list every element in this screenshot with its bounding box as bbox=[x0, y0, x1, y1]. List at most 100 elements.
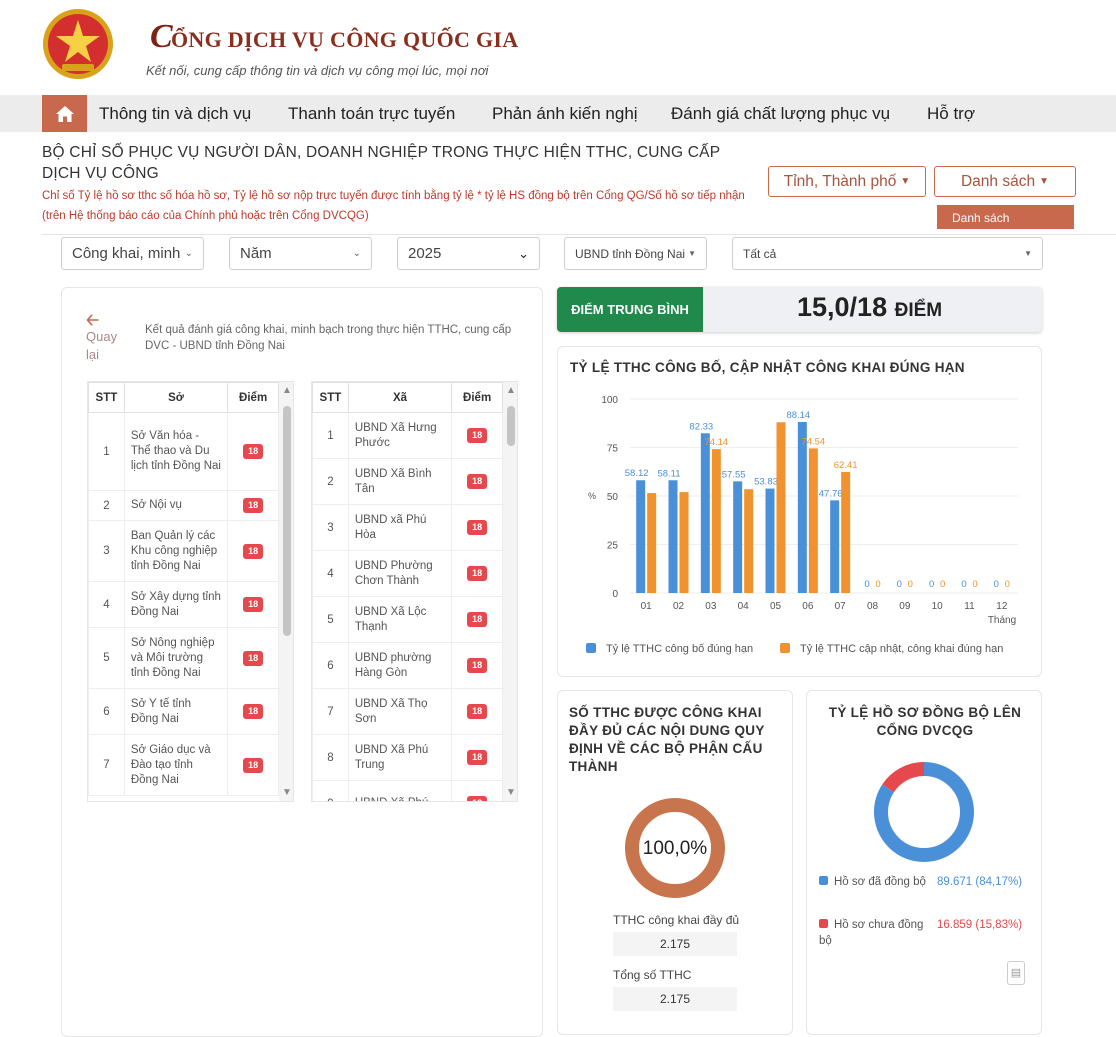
average-score-number: 15,0/18 bbox=[797, 292, 888, 322]
col-header-score: Điểm bbox=[451, 382, 503, 413]
row-score-cell: 18 bbox=[451, 458, 503, 505]
filter-period-select[interactable]: Năm ⌄ bbox=[229, 237, 372, 270]
x-tick-label: 09 bbox=[899, 601, 911, 612]
table-row[interactable]: 6 Sở Y tế tỉnh Đồng Nai 18 bbox=[88, 688, 279, 735]
stat-label-total: Tổng số TTHC bbox=[613, 968, 692, 982]
row-score-cell: 18 bbox=[227, 581, 279, 628]
table-row[interactable]: 4 UBND Phường Chơn Thành 18 bbox=[312, 550, 503, 597]
site-title[interactable]: CỔNG DỊCH VỤ CÔNG QUỐC GIA bbox=[150, 18, 519, 56]
bar-published bbox=[733, 481, 743, 593]
nav-item-info-services[interactable]: Thông tin và dịch vụ bbox=[99, 104, 251, 124]
col-header-department: Sở bbox=[123, 382, 229, 413]
col-header-stt: STT bbox=[88, 382, 125, 413]
province-button[interactable]: Tỉnh, Thành phố ▼ bbox=[768, 166, 926, 197]
commune-table-scrollbar[interactable]: ▲ ▼ bbox=[503, 382, 517, 801]
score-badge: 18 bbox=[467, 658, 488, 673]
table-row[interactable]: 4 Sở Xây dựng tỉnh Đồng Nai 18 bbox=[88, 581, 279, 628]
score-badge: 18 bbox=[243, 650, 264, 666]
data-label: 0 bbox=[961, 579, 966, 590]
caret-down-icon: ▼ bbox=[1039, 176, 1049, 187]
table-row[interactable]: 1 Sở Văn hóa - Thể thao và Du lịch tỉnh Đ… bbox=[88, 412, 279, 491]
bar-published bbox=[797, 422, 807, 593]
data-label: 0 bbox=[897, 579, 902, 590]
x-tick-label: 02 bbox=[673, 601, 685, 612]
score-badge: 18 bbox=[467, 428, 488, 443]
row-score-cell: 18 bbox=[451, 412, 503, 459]
row-score-cell: 18 bbox=[227, 627, 279, 689]
back-button[interactable]: 🡠 Quay lại bbox=[86, 313, 122, 364]
scroll-thumb[interactable] bbox=[507, 406, 515, 446]
row-name: UBND Xã Bình Tân bbox=[347, 458, 453, 505]
bar-published bbox=[765, 488, 775, 593]
score-badge: 18 bbox=[243, 704, 264, 719]
filter-unit-select[interactable]: UBND tỉnh Đồng Nai ▼ bbox=[564, 237, 707, 270]
table-row[interactable]: 7 UBND Xã Thọ Sơn 18 bbox=[312, 688, 503, 735]
full-disclosure-donut: 100,0% bbox=[625, 798, 725, 898]
nav-item-support[interactable]: Hỗ trợ bbox=[927, 104, 975, 124]
table-row[interactable]: 6 UBND phường Hàng Gòn 18 bbox=[312, 642, 503, 689]
row-stt: 8 bbox=[312, 734, 349, 781]
list-button[interactable]: Danh sách ▼ bbox=[934, 166, 1076, 197]
nav-item-feedback[interactable]: Phản ánh kiến nghị bbox=[492, 104, 638, 124]
chevron-down-icon: ⌄ bbox=[518, 245, 529, 261]
table-row[interactable]: 8 UBND Xã Phú Trung 18 bbox=[312, 734, 503, 781]
table-row[interactable]: 1 UBND Xã Hưng Phước 18 bbox=[312, 412, 503, 459]
full-disclosure-card: SỐ TTHC ĐƯỢC CÔNG KHAI ĐẦY ĐỦ CÁC NỘI DU… bbox=[557, 690, 793, 1035]
x-tick-label: 07 bbox=[835, 601, 847, 612]
document-icon[interactable]: ▤ bbox=[1007, 961, 1025, 985]
scroll-down-icon[interactable]: ▼ bbox=[282, 787, 292, 798]
row-name: UBND phường Hàng Gòn bbox=[347, 642, 453, 689]
score-badge: 18 bbox=[467, 474, 488, 489]
legend-synced-label: Hồ sơ đã đồng bộ bbox=[834, 876, 926, 888]
chart-title: TỶ LỆ HỒ SƠ ĐỒNG BỘ LÊN CỔNG DVCQG bbox=[828, 705, 1022, 738]
y-tick-label: 0 bbox=[612, 589, 618, 600]
bar-published bbox=[636, 480, 646, 593]
score-badge: 18 bbox=[467, 566, 488, 581]
table-row[interactable]: 3 UBND xã Phú Hòa 18 bbox=[312, 504, 503, 551]
site-header: CỔNG DỊCH VỤ CÔNG QUỐC GIA Kết nối, cung… bbox=[0, 0, 1116, 95]
data-label: 57.55 bbox=[722, 469, 746, 480]
table-row[interactable]: 5 UBND Xã Lộc Thạnh 18 bbox=[312, 596, 503, 643]
table-row[interactable]: 3 Ban Quản lý các Khu công nghiệp tỉnh Đồ… bbox=[88, 520, 279, 582]
score-badge: 18 bbox=[243, 543, 264, 559]
nav-item-online-payment[interactable]: Thanh toán trực tuyến bbox=[288, 104, 455, 124]
x-tick-label: 11 bbox=[964, 601, 975, 612]
home-button[interactable] bbox=[42, 95, 87, 132]
nav-item-service-quality[interactable]: Đánh giá chất lượng phục vụ bbox=[671, 104, 890, 124]
back-label: Quay lại bbox=[86, 329, 118, 362]
row-name: UBND xã Phú Hòa bbox=[347, 504, 453, 551]
average-score-value: 15,0/18 ĐIỂM bbox=[797, 292, 942, 323]
x-axis-label: Tháng bbox=[988, 615, 1016, 626]
scroll-thumb[interactable] bbox=[283, 406, 291, 636]
table-row[interactable]: 5 Sở Nông nghiệp và Môi trường tỉnh Đồng … bbox=[88, 627, 279, 689]
row-stt: 6 bbox=[88, 688, 125, 735]
row-name: Sở Văn hóa - Thể thao và Du lịch tỉnh Đồ… bbox=[123, 412, 229, 491]
x-tick-label: 01 bbox=[641, 601, 653, 612]
scroll-down-icon[interactable]: ▼ bbox=[506, 787, 516, 798]
scroll-up-icon[interactable]: ▲ bbox=[282, 385, 292, 396]
chevron-down-icon: ⌄ bbox=[352, 248, 361, 259]
filter-criteria-select[interactable]: Công khai, minh ⌄ bbox=[61, 237, 204, 270]
dropdown-item-list[interactable]: Danh sách bbox=[937, 205, 1074, 229]
caret-down-icon: ▼ bbox=[1024, 249, 1032, 258]
monthly-rate-chart-card: TỶ LỆ TTHC CÔNG BỐ, CẬP NHẬT CÔNG KHAI Đ… bbox=[557, 346, 1042, 677]
department-table: STT Sở Điểm 1 Sở Văn hóa - Thể thao và Du… bbox=[87, 381, 294, 802]
bar-updated bbox=[776, 422, 786, 593]
filter-subunit-select[interactable]: Tất cả ▼ bbox=[732, 237, 1043, 270]
table-row[interactable]: 2 UBND Xã Bình Tân 18 bbox=[312, 458, 503, 505]
monthly-rate-bar-chart: 0255075100%0158.120258.110382.3374.14045… bbox=[586, 395, 1018, 655]
table-row[interactable]: 2 Sở Nội vụ 18 bbox=[88, 490, 279, 521]
table-row[interactable]: 9UBND Xã Phú 18 bbox=[312, 780, 503, 801]
filter-year-select[interactable]: 2025 ⌄ bbox=[397, 237, 540, 270]
table-row[interactable]: 7 Sở Giáo dục và Đào tạo tỉnh Đồng Nai 18 bbox=[88, 734, 279, 796]
row-name: UBND Xã Thọ Sơn bbox=[347, 688, 453, 735]
data-label: 47.76 bbox=[819, 488, 843, 499]
scroll-up-icon[interactable]: ▲ bbox=[506, 385, 516, 396]
y-tick-label: 100 bbox=[601, 395, 618, 406]
home-icon bbox=[55, 105, 74, 122]
row-stt: 1 bbox=[312, 412, 349, 459]
legend-unsynced-value: 16.859 (15,83%) bbox=[937, 919, 1023, 931]
national-emblem-icon[interactable] bbox=[42, 8, 114, 80]
department-table-scrollbar[interactable]: ▲ ▼ bbox=[279, 382, 293, 801]
x-tick-label: 06 bbox=[802, 601, 814, 612]
